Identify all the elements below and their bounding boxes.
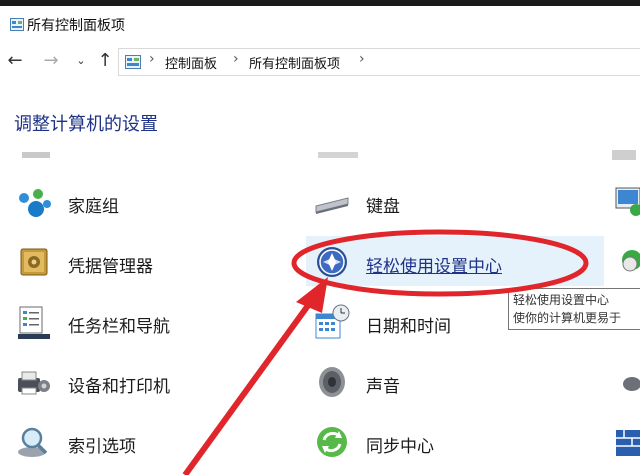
red-arrow-head: [296, 277, 328, 313]
red-arrow-shaft: [182, 298, 315, 475]
annotation-overlay: [182, 229, 589, 475]
red-circle-annotation: [291, 229, 589, 297]
